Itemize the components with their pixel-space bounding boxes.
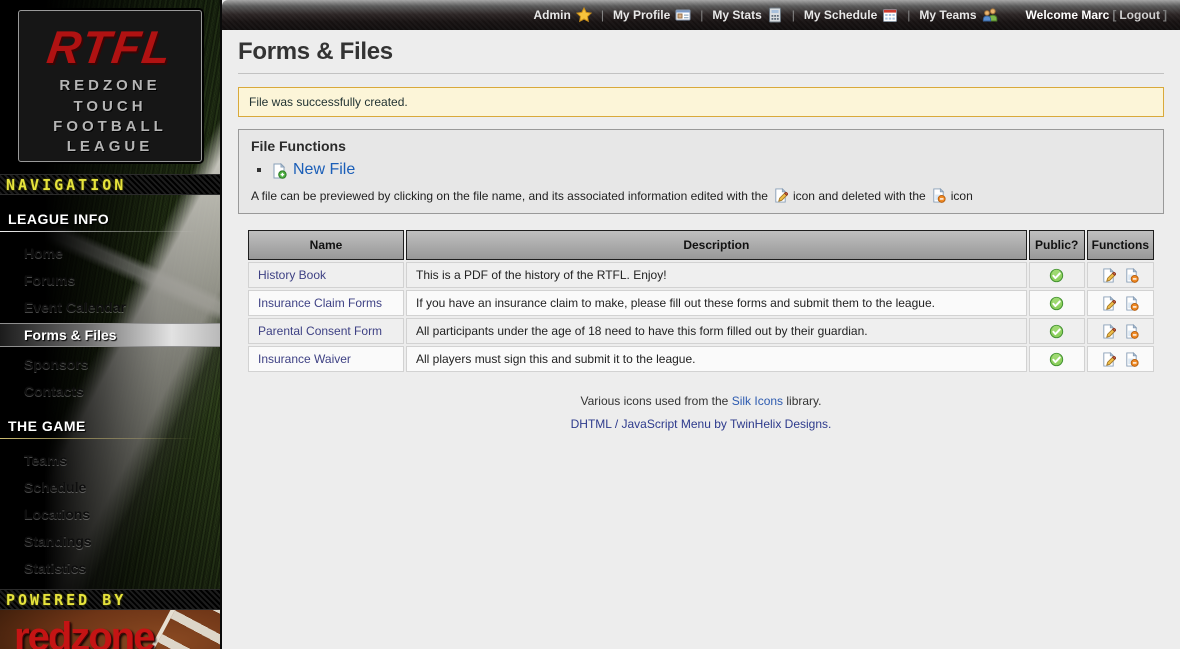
file-functions-help: A file can be previewed by clicking on t… (251, 188, 1151, 203)
main-area: Admin | My Profile | My Stats | My Sched… (222, 0, 1180, 649)
topbar-item-my-schedule[interactable]: My Schedule (804, 7, 898, 23)
file-name-link[interactable]: Insurance Claim Forms (258, 296, 382, 310)
topbar-separator: | (601, 8, 604, 22)
nav-group-league-info: LEAGUE INFO (0, 207, 220, 232)
nav-group-the-game: THE GAME (0, 414, 220, 439)
public-check-icon (1049, 352, 1064, 367)
file-name-link[interactable]: Parental Consent Form (258, 324, 382, 338)
logo-line: REDZONE (19, 76, 201, 96)
topbar-item-my-stats[interactable]: My Stats (712, 7, 782, 23)
logo-acronym: RTFL (16, 27, 204, 68)
logout-link[interactable]: Logout (1119, 8, 1160, 22)
page-edit-icon (773, 188, 788, 203)
logo-line: LEAGUE (19, 137, 201, 157)
file-functions-panel: File Functions New File A file can be pr… (238, 129, 1164, 214)
file-description: All players must sign this and submit it… (406, 346, 1027, 372)
table-row: History Book This is a PDF of the histor… (248, 262, 1154, 288)
group-icon (982, 7, 998, 23)
page-edit-icon[interactable] (1101, 324, 1116, 339)
sidebar-item-sponsors[interactable]: Sponsors (0, 353, 220, 375)
sidebar-item-locations[interactable]: Locations (0, 503, 220, 525)
file-name-link[interactable]: History Book (258, 268, 326, 282)
page-title: Forms & Files (238, 38, 1164, 74)
welcome-text: Welcome Marc (1026, 8, 1110, 22)
public-check-icon (1049, 268, 1064, 283)
calendar-icon (882, 7, 898, 23)
column-header-public: Public? (1029, 230, 1085, 260)
app-window: RTFL REDZONE TOUCH FOOTBALL LEAGUE NAVIG… (0, 0, 1180, 649)
page-delete-icon[interactable] (1124, 296, 1139, 311)
file-functions-title: File Functions (251, 138, 1151, 154)
files-table: Name Description Public? Functions Histo… (246, 228, 1156, 374)
file-name-link[interactable]: Insurance Waiver (258, 352, 351, 366)
topbar-separator: | (700, 8, 703, 22)
vcard-icon (675, 7, 691, 23)
topbar-separator: | (907, 8, 910, 22)
star-icon (576, 7, 592, 23)
page-delete-icon[interactable] (1124, 268, 1139, 283)
nav-list-the-game: Teams Schedule Locations Standings Stati… (0, 449, 220, 579)
column-header-functions: Functions (1087, 230, 1154, 260)
topbar-item-my-teams[interactable]: My Teams (919, 7, 997, 23)
table-row: Parental Consent Form All participants u… (248, 318, 1154, 344)
footer-credits: Various icons used from the Silk Icons l… (238, 390, 1164, 436)
sidebar-item-home[interactable]: Home (0, 242, 220, 264)
powered-by-banner: POWERED BY (0, 589, 220, 610)
page-delete-icon (931, 188, 946, 203)
topbar-item-admin[interactable]: Admin (533, 7, 591, 23)
sidebar-item-schedule[interactable]: Schedule (0, 476, 220, 498)
column-header-description: Description (406, 230, 1027, 260)
sidebar-item-teams[interactable]: Teams (0, 449, 220, 471)
calculator-icon (767, 7, 783, 23)
page-delete-icon[interactable] (1124, 352, 1139, 367)
sidebar-item-event-calendar[interactable]: Event Calendar (0, 296, 220, 318)
column-header-name: Name (248, 230, 404, 260)
sidebar-item-statistics[interactable]: Statistics (0, 557, 220, 579)
logo-line: FOOTBALL (19, 117, 201, 137)
sidebar-item-forms-files[interactable]: Forms & Files (0, 323, 220, 347)
navigation-banner: NAVIGATION (0, 174, 220, 195)
sidebar-item-standings[interactable]: Standings (0, 530, 220, 552)
logout-bracket: [ (1112, 8, 1116, 22)
league-logo: RTFL REDZONE TOUCH FOOTBALL LEAGUE (18, 10, 202, 162)
public-check-icon (1049, 324, 1064, 339)
table-row: Insurance Claim Forms If you have an ins… (248, 290, 1154, 316)
redzone-leagues-logo[interactable]: redzone ★ LEAGUES ★ (0, 610, 220, 649)
public-check-icon (1049, 296, 1064, 311)
page-edit-icon[interactable] (1101, 268, 1116, 283)
nav-list-league-info: Home Forums Event Calendar Forms & Files… (0, 242, 220, 402)
page-edit-icon[interactable] (1101, 352, 1116, 367)
logout-bracket: ] (1163, 8, 1167, 22)
topbar-separator: | (792, 8, 795, 22)
redzone-logo-text: redzone (0, 610, 220, 649)
sidebar-item-contacts[interactable]: Contacts (0, 380, 220, 402)
new-file-link[interactable]: New File (293, 161, 355, 179)
logo-line: TOUCH (19, 97, 201, 117)
twinhelix-link[interactable]: DHTML / JavaScript Menu by TwinHelix Des… (571, 417, 832, 431)
page-delete-icon[interactable] (1124, 324, 1139, 339)
topbar-item-my-profile[interactable]: My Profile (613, 7, 691, 23)
page-edit-icon[interactable] (1101, 296, 1116, 311)
content: Forms & Files File was successfully crea… (222, 30, 1180, 436)
file-description: If you have an insurance claim to make, … (406, 290, 1027, 316)
flash-message: File was successfully created. (238, 87, 1164, 117)
page-add-icon (271, 162, 287, 178)
topbar: Admin | My Profile | My Stats | My Sched… (222, 0, 1180, 30)
table-row: Insurance Waiver All players must sign t… (248, 346, 1154, 372)
list-bullet (257, 168, 261, 172)
silk-icons-link[interactable]: Silk Icons (732, 394, 783, 408)
table-header-row: Name Description Public? Functions (248, 230, 1154, 260)
sidebar: RTFL REDZONE TOUCH FOOTBALL LEAGUE NAVIG… (0, 0, 222, 649)
file-description: This is a PDF of the history of the RTFL… (406, 262, 1027, 288)
file-description: All participants under the age of 18 nee… (406, 318, 1027, 344)
sidebar-item-forums[interactable]: Forums (0, 269, 220, 291)
